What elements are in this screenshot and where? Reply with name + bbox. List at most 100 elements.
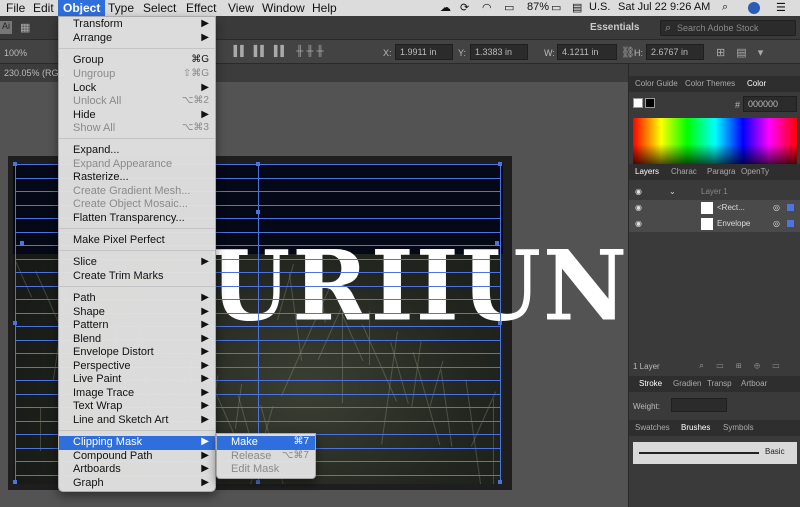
tab-color-themes[interactable]: Color Themes [685,79,735,88]
anchor-point[interactable] [495,241,499,245]
layer-action-icons[interactable]: ⌕ ▭ ⊞ ⊕ ▭ [699,360,784,371]
menu-view[interactable]: View [228,1,254,15]
transform-options-icons[interactable]: ⊞ ▤ ▾ [716,46,767,59]
expand-chevron-icon[interactable]: ⌄ [669,187,676,196]
tab-opentype[interactable]: OpenTy [741,167,769,176]
tab-color-guide[interactable]: Color Guide [635,79,678,88]
brush-preview[interactable]: Basic [633,442,797,464]
menu-help[interactable]: Help [312,1,337,15]
workspace-switcher[interactable]: Essentials [590,22,639,33]
target-icon[interactable]: ◎ [773,219,780,228]
anchor-point[interactable] [498,162,502,166]
user-avatar[interactable] [748,2,760,14]
menu-object[interactable]: Object [58,0,106,16]
tab-layers[interactable]: Layers [635,167,659,176]
object-menu-item-rasterize[interactable]: Rasterize... [59,171,215,185]
tab-brushes[interactable]: Brushes [681,423,710,432]
tab-gradient[interactable]: Gradien [673,379,701,388]
object-menu-item-transform[interactable]: Transform ▶ [59,18,215,32]
layer-name[interactable]: <Rect... [717,203,745,212]
object-menu-item-make-pixel-perfect[interactable]: Make Pixel Perfect [59,234,215,248]
object-menu-item-clipping-mask[interactable]: Clipping Mask ▶ [59,436,215,450]
creative-cloud-icon[interactable]: ☁ [440,1,451,14]
object-menu-item-flatten-transparency[interactable]: Flatten Transparency... [59,212,215,226]
width-input[interactable]: 4.1211 in [557,44,617,60]
tab-artboards[interactable]: Artboar [741,379,767,388]
menu-select[interactable]: Select [143,1,176,15]
color-spectrum[interactable] [633,118,797,170]
menu-effect[interactable]: Effect [186,1,216,15]
hex-input[interactable]: 000000 [743,96,797,112]
flag-icon[interactable]: ▤ [572,1,582,14]
tab-stroke[interactable]: Stroke [639,379,662,388]
object-menu-item-create-trim-marks[interactable]: Create Trim Marks [59,270,215,284]
anchor-point[interactable] [498,480,502,484]
anchor-point[interactable] [256,162,260,166]
anchor-point[interactable] [256,480,260,484]
object-menu-item-group[interactable]: Group ⌘G [59,54,215,68]
object-menu-item-envelope-distort[interactable]: Envelope Distort ▶ [59,346,215,360]
object-menu-item-text-wrap[interactable]: Text Wrap ▶ [59,400,215,414]
stroke-weight-input[interactable] [671,398,727,412]
object-menu-item-blend[interactable]: Blend ▶ [59,333,215,347]
object-menu-item-lock[interactable]: Lock ▶ [59,82,215,96]
airplay-icon[interactable]: ▭ [504,1,514,14]
menu-file[interactable]: File [6,1,25,15]
layer-name[interactable]: Envelope [717,219,750,228]
object-menu-item-path[interactable]: Path ▶ [59,292,215,306]
tab-symbols[interactable]: Symbols [723,423,754,432]
document-tab[interactable]: 230.05% (RGB [4,68,65,78]
battery-icon[interactable]: ▭ [551,1,561,14]
object-menu-item-expand[interactable]: Expand... [59,144,215,158]
notification-center-icon[interactable]: ☰ [776,1,786,14]
layer-row[interactable]: ◉ Envelope ◎ [629,216,800,232]
selection-indicator[interactable] [787,220,794,227]
zoom-level[interactable]: 100% [4,48,27,58]
object-menu-item-line-and-sketch-art[interactable]: Line and Sketch Art ▶ [59,414,215,428]
anchor-point[interactable] [20,241,24,245]
selection-indicator[interactable] [787,204,794,211]
sync-icon[interactable]: ⟳ [460,1,469,14]
y-position-input[interactable]: 1.3383 in [470,44,528,60]
eye-icon[interactable]: ◉ [635,219,642,228]
anchor-point[interactable] [498,321,502,325]
wifi-icon[interactable]: ◠ [482,1,492,14]
object-menu-item-live-paint[interactable]: Live Paint ▶ [59,373,215,387]
clipping-mask-item-make[interactable]: Make ⌘7 [217,436,315,450]
x-position-input[interactable]: 1.9911 in [395,44,453,60]
eye-icon[interactable]: ◉ [635,187,642,196]
object-menu-item-arrange[interactable]: Arrange ▶ [59,32,215,46]
menu-edit[interactable]: Edit [33,1,54,15]
object-menu-item-compound-path[interactable]: Compound Path ▶ [59,450,215,464]
tab-color[interactable]: Color [747,79,766,88]
object-menu-item-hide[interactable]: Hide ▶ [59,109,215,123]
height-input[interactable]: 2.6767 in [646,44,704,60]
input-source[interactable]: U.S. [589,1,610,13]
target-icon[interactable]: ◎ [773,203,780,212]
stroke-swatch[interactable] [645,98,655,108]
arrange-documents-icon[interactable]: ▦ [20,21,30,34]
object-menu-item-image-trace[interactable]: Image Trace ▶ [59,387,215,401]
anchor-point[interactable] [13,321,17,325]
tab-transparency[interactable]: Transp [707,379,732,388]
object-menu-item-slice[interactable]: Slice ▶ [59,256,215,270]
menu-type[interactable]: Type [108,1,134,15]
layer-name[interactable]: Layer 1 [701,187,728,196]
tab-paragraph[interactable]: Paragra [707,167,735,176]
eye-icon[interactable]: ◉ [635,203,642,212]
anchor-point[interactable] [13,162,17,166]
link-proportions-icon[interactable]: ⛓ [621,46,635,59]
anchor-point[interactable] [256,210,260,214]
menubar-clock[interactable]: Sat Jul 22 9:26 AM [618,1,710,13]
menu-window[interactable]: Window [262,1,305,15]
layer-row[interactable]: ◉ <Rect... ◎ [629,200,800,216]
anchor-point[interactable] [13,480,17,484]
object-menu-item-shape[interactable]: Shape ▶ [59,306,215,320]
tab-swatches[interactable]: Swatches [635,423,670,432]
layer-row[interactable]: ◉ ⌄ Layer 1 [629,184,800,200]
spotlight-icon[interactable]: ⌕ [722,1,728,14]
tab-character[interactable]: Charac [671,167,697,176]
object-menu-item-pattern[interactable]: Pattern ▶ [59,319,215,333]
align-icons[interactable]: ▐▌▐▌▐▌ ╫╫╫ [230,46,327,57]
fill-swatch[interactable] [633,98,643,108]
